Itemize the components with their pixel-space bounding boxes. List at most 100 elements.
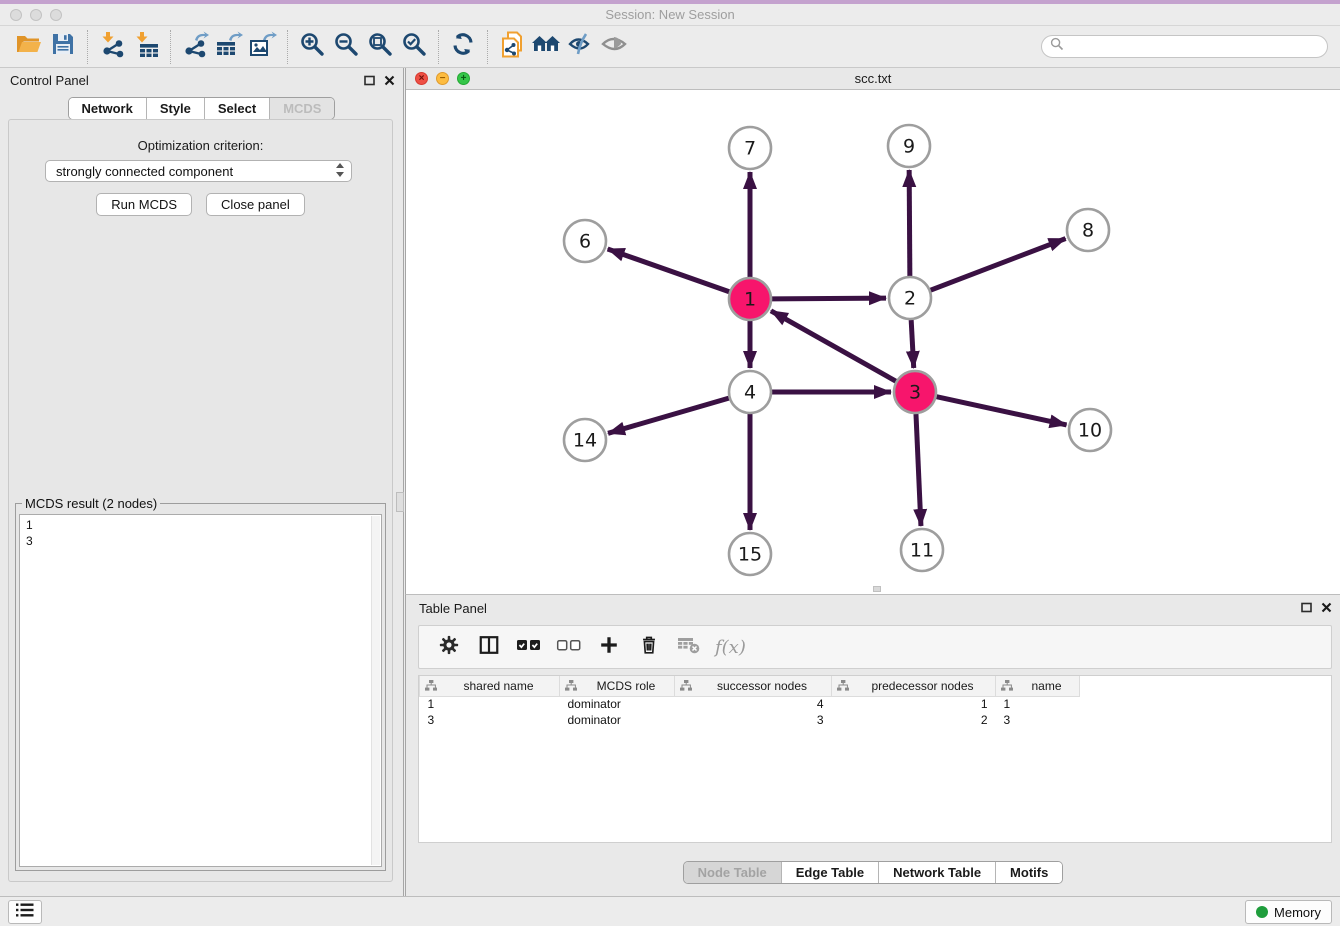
show-column-panel-button[interactable] xyxy=(471,629,507,665)
graph-edge-2-3[interactable] xyxy=(911,320,914,368)
graph-node-4[interactable]: 4 xyxy=(729,371,771,413)
close-panel-icon[interactable] xyxy=(384,73,395,91)
run-mcds-button[interactable]: Run MCDS xyxy=(96,193,192,216)
tab-edge-table[interactable]: Edge Table xyxy=(782,862,879,883)
graph-node-8[interactable]: 8 xyxy=(1067,209,1109,251)
graph-node-11[interactable]: 11 xyxy=(901,529,943,571)
tab-mcds[interactable]: MCDS xyxy=(270,98,334,119)
delete-column-button[interactable] xyxy=(631,629,667,665)
graph-node-2[interactable]: 2 xyxy=(889,277,931,319)
optimization-criterion-select[interactable]: strongly connected component xyxy=(45,160,352,182)
graph-node-9[interactable]: 9 xyxy=(888,125,930,167)
graph-node-1[interactable]: 1 xyxy=(729,278,771,320)
toolbar-divider xyxy=(487,30,488,64)
table-cell[interactable]: 4 xyxy=(675,696,832,712)
plus-icon xyxy=(598,634,620,661)
delete-table-button[interactable] xyxy=(671,629,707,665)
function-builder-button[interactable]: f(x) xyxy=(715,637,746,658)
network-canvas[interactable]: 7 9 6 8 1 2 4 3 14 10 15 11 xyxy=(406,90,1340,594)
graph-node-3[interactable]: 3 xyxy=(894,371,936,413)
graph-node-14[interactable]: 14 xyxy=(564,419,606,461)
table-cell[interactable]: 3 xyxy=(996,712,1080,728)
graph-node-7[interactable]: 7 xyxy=(729,127,771,169)
zoom-out-button[interactable] xyxy=(329,30,363,64)
mcds-panel-content: Optimization criterion: strongly connect… xyxy=(8,119,393,882)
float-panel-icon[interactable] xyxy=(364,73,375,91)
zoom-in-button[interactable] xyxy=(295,30,329,64)
graph-node-15[interactable]: 15 xyxy=(729,533,771,575)
close-panel-button[interactable]: Close panel xyxy=(206,193,305,216)
task-history-button[interactable] xyxy=(8,900,42,924)
import-network-button[interactable] xyxy=(95,30,129,64)
tab-node-table[interactable]: Node Table xyxy=(684,862,782,883)
optimization-criterion-label: Optimization criterion: xyxy=(9,138,392,153)
tab-network-table[interactable]: Network Table xyxy=(879,862,996,883)
column-header-successor-nodes[interactable]: successor nodes xyxy=(675,676,832,696)
delete-table-icon xyxy=(677,635,701,660)
mcds-result-text[interactable]: 1 3 xyxy=(19,514,382,867)
float-panel-icon[interactable] xyxy=(1301,600,1312,618)
table-settings-button[interactable] xyxy=(431,629,467,665)
table-cell[interactable]: 1 xyxy=(420,696,560,712)
graph-edge-2-9[interactable] xyxy=(909,170,910,276)
show-eye-button[interactable] xyxy=(597,30,631,64)
control-panel: Control Panel Network Style Select MCDS … xyxy=(0,68,404,896)
graph-edge-3-10[interactable] xyxy=(936,397,1066,425)
search-box[interactable] xyxy=(1041,35,1328,58)
apply-layout-button[interactable] xyxy=(446,30,480,64)
column-header-name[interactable]: name xyxy=(996,676,1080,696)
graph-edge-3-1[interactable] xyxy=(771,311,896,381)
tab-select[interactable]: Select xyxy=(205,98,270,119)
table-cell[interactable]: dominator xyxy=(560,712,675,728)
column-header-predecessor-nodes[interactable]: predecessor nodes xyxy=(832,676,996,696)
export-network-button[interactable] xyxy=(178,30,212,64)
svg-text:6: 6 xyxy=(579,231,591,253)
network-window-titlebar[interactable]: × − + scc.txt xyxy=(406,68,1340,90)
export-table-button[interactable] xyxy=(212,30,246,64)
table-row[interactable]: 1dominator411 xyxy=(420,696,1080,712)
graph-edge-2-8[interactable] xyxy=(931,239,1066,291)
table-cell[interactable]: 3 xyxy=(420,712,560,728)
memory-button[interactable]: Memory xyxy=(1245,900,1332,924)
select-all-rows-button[interactable] xyxy=(511,629,547,665)
tab-motifs[interactable]: Motifs xyxy=(996,862,1062,883)
clone-network-button[interactable] xyxy=(495,30,529,64)
graph-edge-1-6[interactable] xyxy=(608,249,730,292)
graph-node-6[interactable]: 6 xyxy=(564,220,606,262)
table-row[interactable]: 3dominator323 xyxy=(420,712,1080,728)
table-cell[interactable]: 3 xyxy=(675,712,832,728)
tab-style[interactable]: Style xyxy=(147,98,205,119)
column-header-MCDS-role[interactable]: MCDS role xyxy=(560,676,675,696)
graph-edge-3-11[interactable] xyxy=(916,414,921,526)
table-cell[interactable]: 1 xyxy=(832,696,996,712)
home-button[interactable] xyxy=(529,30,563,64)
import-table-button[interactable] xyxy=(129,30,163,64)
search-input[interactable] xyxy=(1069,40,1319,54)
node-table[interactable]: shared nameMCDS rolesuccessor nodesprede… xyxy=(418,675,1332,843)
graph-node-10[interactable]: 10 xyxy=(1069,409,1111,451)
table-cell[interactable]: 2 xyxy=(832,712,996,728)
open-file-button[interactable] xyxy=(12,30,46,64)
close-panel-icon[interactable] xyxy=(1321,600,1332,618)
deselect-all-rows-button[interactable] xyxy=(551,629,587,665)
table-cell[interactable]: 1 xyxy=(996,696,1080,712)
graph-edge-4-14[interactable] xyxy=(608,398,729,433)
column-header-shared-name[interactable]: shared name xyxy=(420,676,560,696)
network-resize-grip[interactable] xyxy=(873,586,881,592)
zoom-fit-button[interactable] xyxy=(363,30,397,64)
save-session-button[interactable] xyxy=(46,30,80,64)
svg-text:8: 8 xyxy=(1082,220,1094,242)
tab-network[interactable]: Network xyxy=(69,98,147,119)
result-scrollbar[interactable] xyxy=(371,516,380,865)
network-window-title: scc.txt xyxy=(406,68,1340,90)
trash-icon xyxy=(638,634,660,661)
status-bar: Memory xyxy=(0,896,1340,926)
zoom-in-icon xyxy=(299,31,325,62)
export-image-button[interactable] xyxy=(246,30,280,64)
add-column-button[interactable] xyxy=(591,629,627,665)
splitter-grip[interactable] xyxy=(396,492,404,512)
zoom-selected-button[interactable] xyxy=(397,30,431,64)
table-cell[interactable]: dominator xyxy=(560,696,675,712)
graph-edge-1-2[interactable] xyxy=(772,298,886,299)
hide-panel-button[interactable] xyxy=(563,30,597,64)
